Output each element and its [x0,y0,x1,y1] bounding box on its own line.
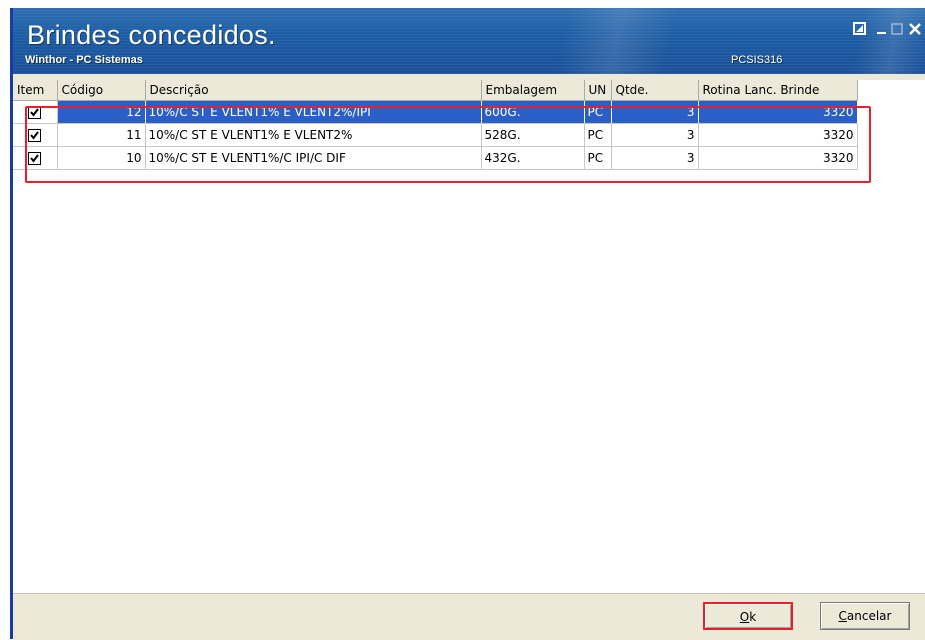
col-header-embalagem[interactable]: Embalagem [481,80,585,101]
cancel-button[interactable]: Cancelar [820,602,910,630]
brindes-table: Item Código Descrição Embalagem UN Qtde.… [13,80,858,170]
brindes-window: Brindes concedidos. Winthor - PC Sistema… [10,8,925,640]
cell-rotina[interactable]: 3320 [698,146,858,170]
check-icon [30,131,40,140]
col-header-rotina[interactable]: Rotina Lanc. Brinde [698,80,858,101]
cell-descricao[interactable]: 10%/C ST E VLENT1%/C IPI/C DIF [145,146,482,170]
window-title: Brindes concedidos. [27,20,276,50]
cell-codigo[interactable]: 12 [57,100,146,124]
cell-rotina[interactable]: 3320 [698,100,858,124]
cell-descricao[interactable]: 10%/C ST E VLENT1% E VLENT2% [145,123,482,147]
checkbox[interactable] [28,152,42,165]
row-checkbox-cell[interactable] [13,123,58,147]
cancel-mnemonic: C [838,609,847,623]
checkbox[interactable] [28,106,42,119]
check-icon [30,154,40,163]
ok-mnemonic: O [739,610,750,624]
cell-qtde[interactable]: 3 [611,100,699,124]
cell-un[interactable]: PC [584,100,612,124]
cell-codigo[interactable]: 10 [57,146,146,170]
brindes-grid[interactable]: Item Código Descrição Embalagem UN Qtde.… [13,80,877,593]
restore-icon[interactable] [851,20,871,40]
routine-code: PCSIS316 [731,54,783,66]
window-subtitle: Winthor - PC Sistemas [25,54,143,66]
row-checkbox-cell[interactable] [13,100,58,124]
table-row[interactable]: 10 10%/C ST E VLENT1%/C IPI/C DIF 432G. … [13,146,858,170]
col-header-qtde[interactable]: Qtde. [611,80,699,101]
cell-embalagem[interactable]: 528G. [481,123,585,147]
cell-un[interactable]: PC [584,123,612,147]
col-header-item[interactable]: Item [13,80,58,101]
close-icon[interactable] [906,20,925,40]
cell-rotina[interactable]: 3320 [698,123,858,147]
col-header-un[interactable]: UN [584,80,612,101]
cancel-label: ancelar [846,609,892,623]
cell-descricao[interactable]: 10%/C ST E VLENT1% E VLENT2%/IPI [145,100,482,124]
title-bar[interactable]: Brindes concedidos. Winthor - PC Sistema… [13,8,925,74]
grid-empty-area [877,80,925,593]
ok-button[interactable]: Ok [703,602,793,630]
cell-qtde[interactable]: 3 [611,123,699,147]
table-row[interactable]: 12 10%/C ST E VLENT1% E VLENT2%/IPI 600G… [13,100,858,124]
button-bar: Ok Cancelar [13,593,925,640]
cell-un[interactable]: PC [584,146,612,170]
table-header-row: Item Código Descrição Embalagem UN Qtde.… [13,80,858,101]
table-row[interactable]: 11 10%/C ST E VLENT1% E VLENT2% 528G. PC… [13,123,858,147]
ok-label: k [749,610,757,624]
cell-qtde[interactable]: 3 [611,146,699,170]
col-header-descricao[interactable]: Descrição [145,80,482,101]
cell-embalagem[interactable]: 432G. [481,146,585,170]
col-header-codigo[interactable]: Código [57,80,146,101]
row-checkbox-cell[interactable] [13,146,58,170]
cell-embalagem[interactable]: 600G. [481,100,585,124]
check-icon [30,108,40,117]
checkbox[interactable] [28,129,42,142]
cell-codigo[interactable]: 11 [57,123,146,147]
